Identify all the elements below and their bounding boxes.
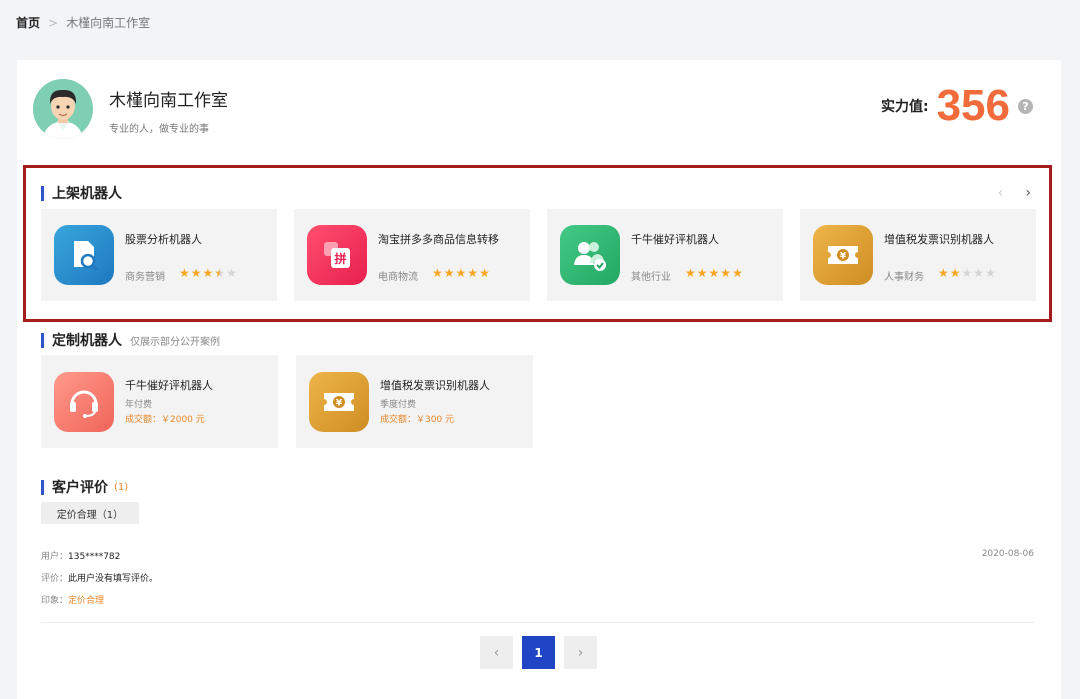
robot-name: 增值税发票识别机器人 [380, 379, 490, 392]
pagination-page-1[interactable]: 1 [522, 636, 555, 669]
strength-label: 实力值: [880, 99, 929, 115]
deal-amount: 成交额：￥300 元 [380, 415, 455, 425]
strength-value: 356 [936, 81, 1010, 130]
robot-card-taobao-transfer[interactable]: 拼 淘宝拼多多商品信息转移 电商物流 ★ ★ ★ ★ ★ [294, 209, 530, 301]
robot-name: 股票分析机器人 [125, 233, 202, 246]
star-icon: ★ [938, 266, 949, 280]
studio-slogan: 专业的人，做专业的事 [109, 124, 209, 135]
invoice-ticket-icon: ¥ [813, 225, 873, 285]
robot-category: 电商物流 [378, 272, 418, 283]
star-icon: ★ [479, 266, 490, 280]
robot-card-stock-analysis[interactable]: 股票分析机器人 商务营销 ★ ★ ★ ★ ★ [41, 209, 277, 301]
section-bar [41, 479, 44, 495]
review-comment-label: 评价： [41, 574, 69, 584]
breadcrumb-separator: > [48, 15, 59, 30]
deal-amount: 成交额：￥2000 元 [125, 415, 205, 425]
robot-name: 千牛催好评机器人 [631, 233, 719, 246]
help-icon[interactable]: ? [1018, 98, 1033, 114]
headset-icon [54, 372, 114, 432]
star-icon: ★ [732, 266, 743, 280]
robot-card-vat-invoice[interactable]: ¥ 增值税发票识别机器人 人事财务 ★ ★ ★ ★ ★ [800, 209, 1036, 301]
reviews-count: (1) [114, 481, 129, 493]
star-icon: ★ [720, 266, 732, 280]
robot-category: 其他行业 [631, 272, 671, 283]
star-icon: ★ [455, 266, 467, 280]
star-icon: ★ [202, 266, 214, 280]
reviews-title: 客户评价 (1) [41, 477, 128, 497]
star-icon: ★ [467, 266, 479, 280]
review-tag-filter[interactable]: 定价合理（1） [41, 502, 139, 524]
star-icon: ★ [949, 266, 961, 280]
star-icon: ★ [443, 266, 455, 280]
carousel-nav: ‹ › [998, 185, 1031, 201]
listed-robots-title: 上架机器人 [41, 183, 122, 203]
rating-stars: ★ ★ ★ ★ ★ [179, 266, 237, 280]
robot-name: 增值税发票识别机器人 [884, 233, 994, 246]
review-impression-label: 印象： [41, 596, 69, 606]
rating-stars: ★ ★ ★ ★ ★ [938, 266, 996, 280]
svg-text:拼: 拼 [334, 251, 346, 266]
star-icon: ★ [179, 266, 190, 280]
pinduoduo-icon: 拼 [307, 225, 367, 285]
custom-robots-title-text: 定制机器人 [52, 333, 122, 349]
star-empty-icon: ★ [985, 266, 996, 280]
star-icon: ★ [708, 266, 720, 280]
custom-robot-card-qianniu[interactable]: 千牛催好评机器人 年付费 成交额：￥2000 元 [41, 355, 278, 448]
svg-text:¥: ¥ [336, 399, 343, 409]
studio-card: 木槿向南工作室 专业的人，做专业的事 实力值: 356 ? 上架机器人 ‹ › … [17, 60, 1061, 699]
reviews-title-text: 客户评价 [52, 480, 108, 496]
section-bar [41, 185, 44, 201]
review-user-value: 135****782 [68, 552, 121, 562]
payment-plan: 季度付费 [380, 400, 417, 410]
custom-robots-title: 定制机器人 仅展示部分公开案例 [41, 330, 220, 350]
breadcrumb-home-link[interactable]: 首页 [16, 14, 40, 31]
star-icon: ★ [696, 266, 708, 280]
custom-robot-card-vat-invoice[interactable]: ¥ 增值税发票识别机器人 季度付费 成交额：￥300 元 [296, 355, 533, 448]
breadcrumb-current: 木槿向南工作室 [66, 16, 151, 30]
svg-text:¥: ¥ [840, 252, 847, 262]
star-half-icon: ★ [214, 266, 226, 280]
users-check-icon [560, 225, 620, 285]
star-icon: ★ [190, 266, 202, 280]
custom-robots-subtitle: 仅展示部分公开案例 [130, 336, 220, 348]
robot-name: 淘宝拼多多商品信息转移 [378, 233, 499, 246]
review-comment-value: 此用户没有填写评价。 [68, 574, 159, 584]
review-date: 2020-08-06 [981, 549, 1034, 559]
divider [41, 622, 1035, 623]
robot-name: 千牛催好评机器人 [125, 379, 213, 392]
robot-category: 人事财务 [884, 272, 924, 283]
star-icon: ★ [432, 266, 443, 280]
star-empty-icon: ★ [226, 266, 237, 280]
star-empty-icon: ★ [961, 266, 973, 280]
star-empty-icon: ★ [973, 266, 985, 280]
review-impression-value: 定价合理 [68, 596, 105, 606]
studio-name: 木槿向南工作室 [109, 91, 228, 111]
robot-category: 商务营销 [125, 272, 165, 283]
avatar [33, 79, 93, 139]
rating-stars: ★ ★ ★ ★ ★ [685, 266, 743, 280]
carousel-next-button[interactable]: › [1025, 185, 1031, 201]
review-comment-row: 评价：此用户没有填写评价。 [41, 571, 158, 584]
review-user-label: 用户： [41, 552, 69, 562]
breadcrumb: 首页 > 木槿向南工作室 [16, 14, 150, 31]
stock-analysis-icon [54, 225, 114, 285]
invoice-ticket-icon: ¥ [309, 372, 369, 432]
robot-card-qianniu-review[interactable]: 千牛催好评机器人 其他行业 ★ ★ ★ ★ ★ [547, 209, 783, 301]
review-user-row: 用户：135****782 [41, 549, 120, 562]
carousel-prev-button[interactable]: ‹ [998, 185, 1004, 201]
payment-plan: 年付费 [125, 400, 153, 410]
pagination-next-button[interactable]: › [564, 636, 597, 669]
listed-robots-title-text: 上架机器人 [52, 186, 122, 202]
rating-stars: ★ ★ ★ ★ ★ [432, 266, 490, 280]
section-bar [41, 332, 44, 348]
star-icon: ★ [685, 266, 696, 280]
review-impression-row: 印象：定价合理 [41, 593, 104, 606]
strength-score: 实力值: 356 ? [881, 84, 1033, 128]
avatar-illustration [33, 79, 93, 139]
pagination-prev-button[interactable]: ‹ [480, 636, 513, 669]
